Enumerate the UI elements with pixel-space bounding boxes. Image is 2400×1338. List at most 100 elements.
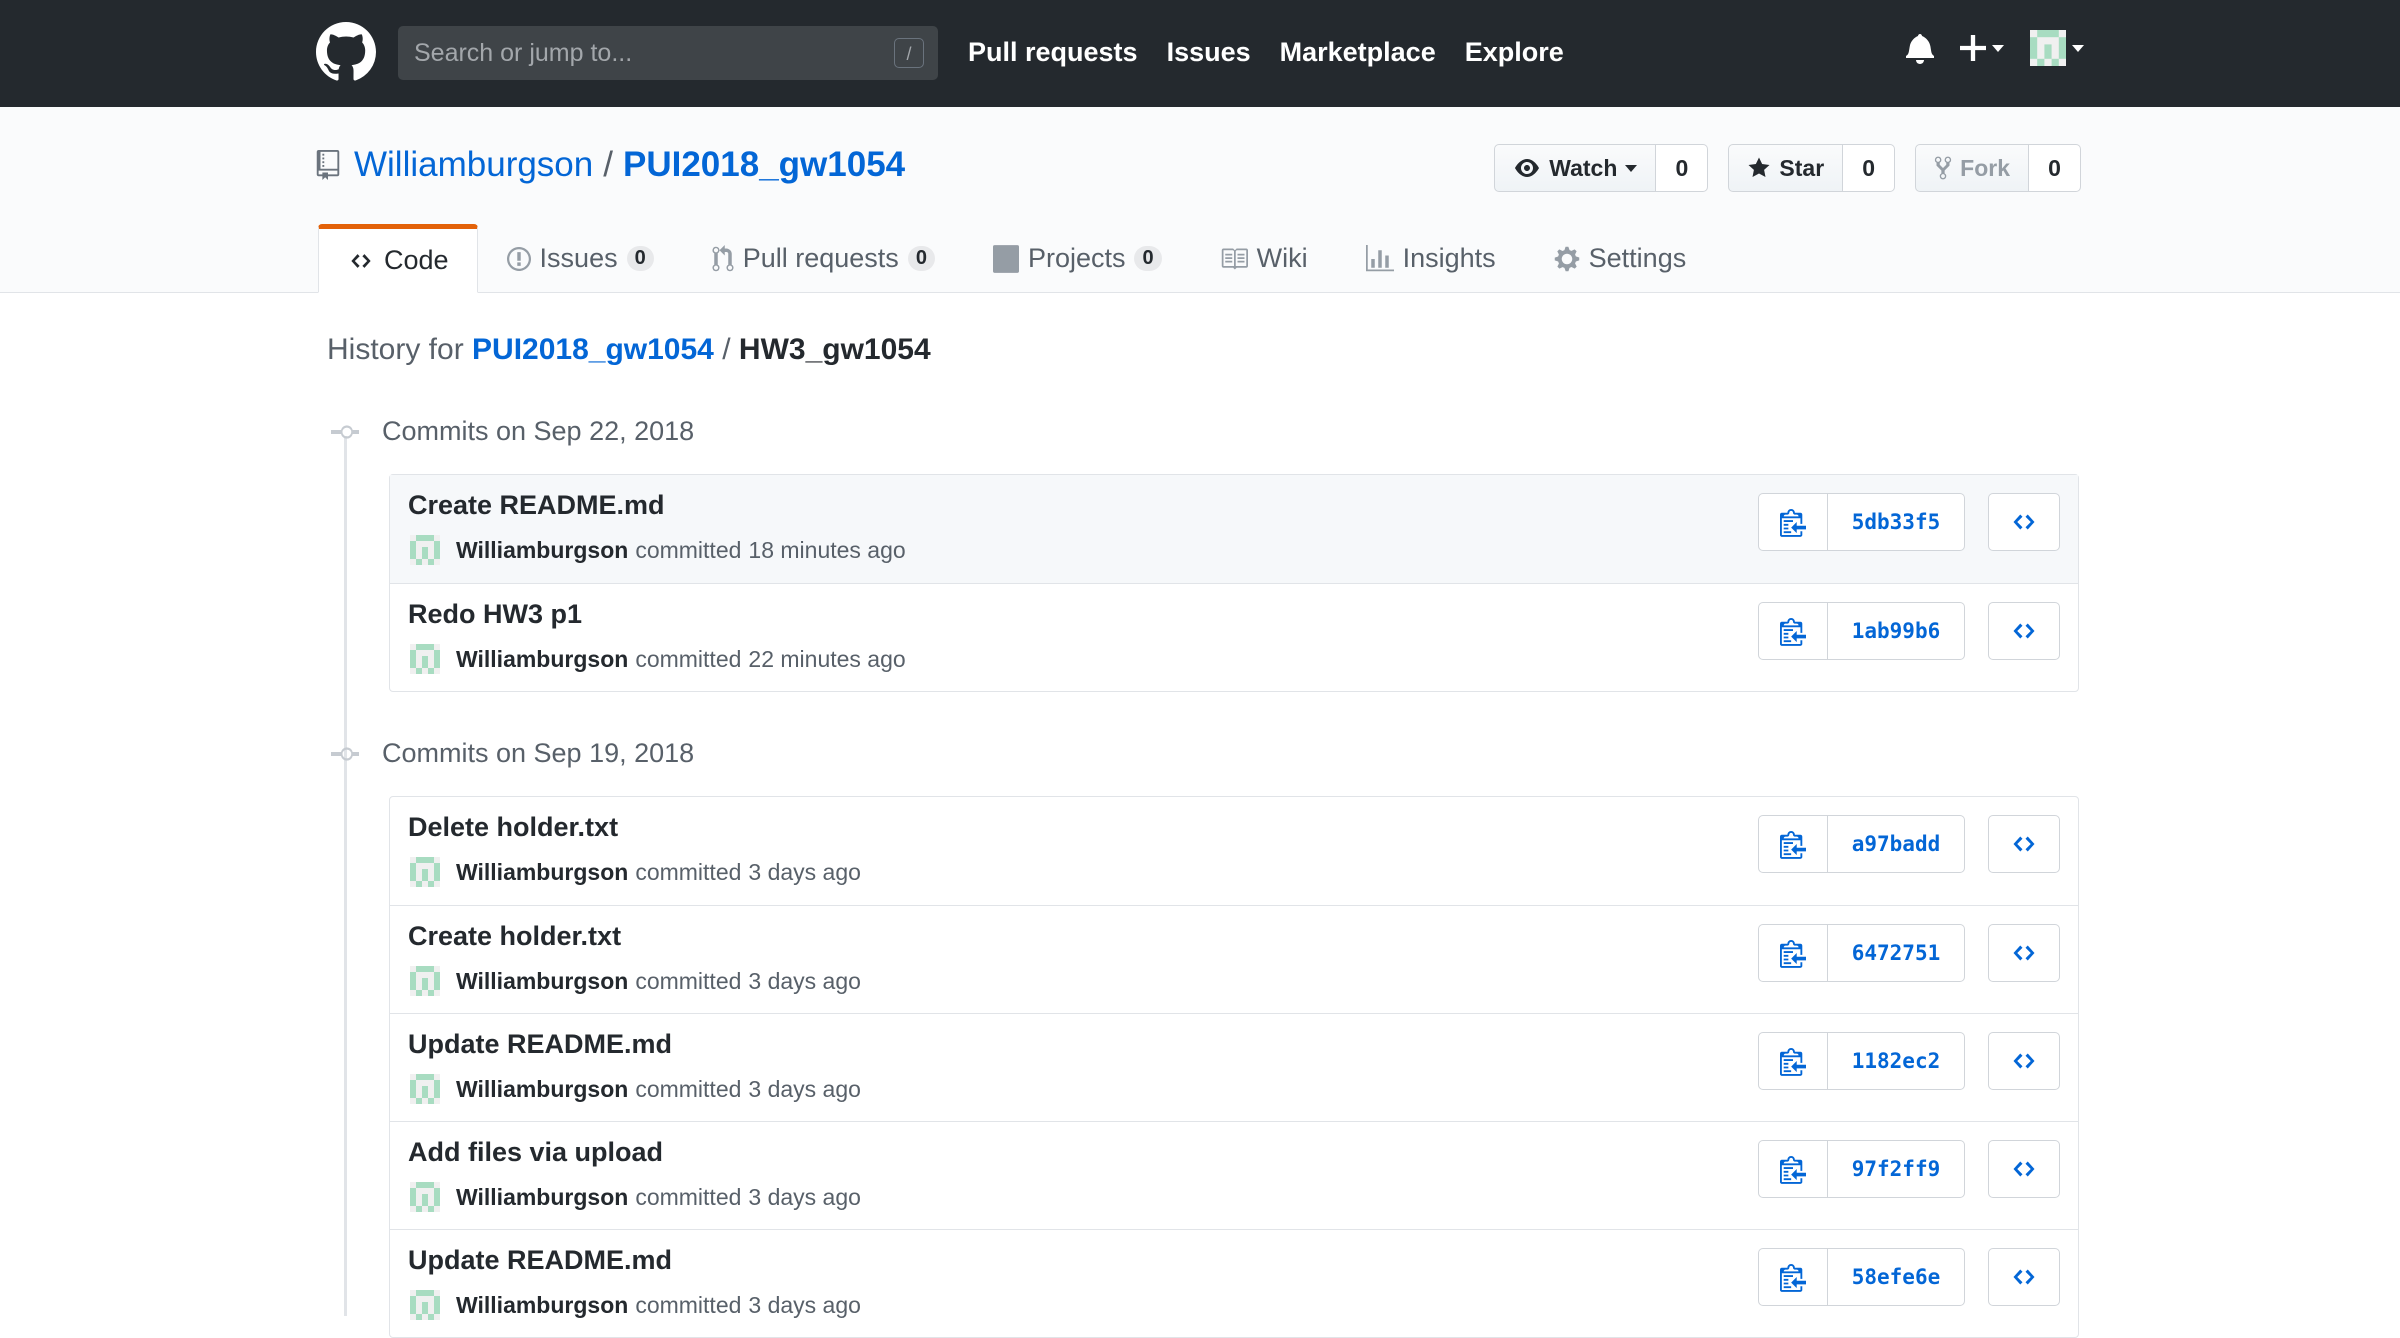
forks-count[interactable]: 0	[2029, 144, 2081, 192]
commit-sha-group: 97f2ff9	[1758, 1140, 1965, 1198]
fork-label: Fork	[1960, 154, 2010, 181]
project-icon	[992, 244, 1019, 273]
browse-files-button[interactable]	[1988, 815, 2060, 873]
header-actions	[1906, 30, 2084, 66]
tab-insights[interactable]: Insights	[1337, 224, 1525, 293]
watchers-count[interactable]: 0	[1656, 144, 1709, 192]
commit-message-link[interactable]: Add files via upload	[408, 1137, 663, 1168]
nav-marketplace[interactable]: Marketplace	[1280, 32, 1436, 72]
chevron-down-icon	[1625, 164, 1638, 172]
commit-author-link[interactable]: Williamburgson	[456, 968, 628, 995]
tab-pull-requests[interactable]: Pull requests 0	[683, 224, 964, 293]
stargazers-count[interactable]: 0	[1843, 144, 1896, 192]
fork-button[interactable]: Fork	[1915, 144, 2029, 192]
repo-tabs: Code Issues 0 Pull requests 0 Projects 0	[318, 224, 1715, 293]
page-title: History for PUI2018_gw1054 / HW3_gw1054	[327, 333, 931, 367]
tab-issues[interactable]: Issues 0	[478, 224, 683, 293]
browse-files-button[interactable]	[1988, 1140, 2060, 1198]
avatar[interactable]	[410, 966, 440, 996]
watch-group: Watch 0	[1494, 144, 1709, 192]
commit-meta: Williamburgson committed 18 minutes ago	[410, 535, 906, 565]
commit-sha-link[interactable]: 97f2ff9	[1828, 1140, 1965, 1198]
commit-message-link[interactable]: Update README.md	[408, 1245, 672, 1276]
avatar[interactable]	[410, 1074, 440, 1104]
avatar[interactable]	[410, 1182, 440, 1212]
browse-files-button[interactable]	[1988, 493, 2060, 551]
watch-button[interactable]: Watch	[1494, 144, 1657, 192]
tab-settings[interactable]: Settings	[1525, 224, 1716, 293]
copy-sha-button[interactable]	[1758, 815, 1828, 873]
copy-sha-button[interactable]	[1758, 1248, 1828, 1306]
commit-sha-group: 6472751	[1758, 924, 1965, 982]
commit-sha-link[interactable]: a97badd	[1828, 815, 1965, 873]
watch-label: Watch	[1549, 154, 1618, 181]
commit-author-link[interactable]: Williamburgson	[456, 859, 628, 886]
copy-sha-button[interactable]	[1758, 924, 1828, 982]
commit-author-link[interactable]: Williamburgson	[456, 1076, 628, 1103]
commit-row: Create holder.txt Williamburgson committed…	[390, 905, 2078, 1013]
tab-projects[interactable]: Projects 0	[964, 224, 1191, 293]
commit-sha-link[interactable]: 6472751	[1828, 924, 1965, 982]
commit-message-link[interactable]: Create README.md	[408, 490, 665, 521]
commit-message-link[interactable]: Create holder.txt	[408, 921, 621, 952]
commit-author-link[interactable]: Williamburgson	[456, 646, 628, 673]
commit-sha-link[interactable]: 1ab99b6	[1828, 602, 1965, 660]
commit-group-label: Commits on Sep 19, 2018	[382, 738, 695, 768]
user-menu-button[interactable]	[2030, 30, 2084, 66]
commit-author-link[interactable]: Williamburgson	[456, 1184, 628, 1211]
fork-icon	[1935, 156, 1952, 180]
commit-verb: committed	[635, 645, 742, 672]
github-logo-icon[interactable]	[316, 22, 376, 82]
create-new-button[interactable]	[1960, 35, 2004, 61]
tab-label: Issues	[539, 243, 618, 273]
nav-pull-requests[interactable]: Pull requests	[968, 32, 1138, 72]
global-nav: Pull requests Issues Marketplace Explore	[968, 32, 1564, 72]
commit-time: 3 days ago	[748, 1291, 861, 1318]
notifications-button[interactable]	[1906, 32, 1934, 64]
repo-owner-link[interactable]: Williamburgson	[354, 145, 593, 185]
commit-author-link[interactable]: Williamburgson	[456, 537, 628, 564]
repo-title: Williamburgson / PUI2018_gw1054	[316, 145, 905, 185]
star-group: Star 0	[1728, 144, 1896, 192]
search-shortcut-hint: /	[894, 38, 924, 68]
tab-label: Projects	[1027, 243, 1126, 273]
tab-counter: 0	[1134, 246, 1162, 271]
star-icon	[1748, 157, 1770, 177]
commit-sha-link[interactable]: 1182ec2	[1828, 1032, 1965, 1090]
star-button[interactable]: Star	[1728, 144, 1844, 192]
copy-sha-button[interactable]	[1758, 1140, 1828, 1198]
commit-verb: committed	[635, 967, 742, 994]
avatar[interactable]	[410, 1290, 440, 1320]
browse-files-button[interactable]	[1988, 924, 2060, 982]
avatar[interactable]	[410, 857, 440, 887]
history-repo-link[interactable]: PUI2018_gw1054	[472, 333, 714, 366]
browse-files-button[interactable]	[1988, 1248, 2060, 1306]
nav-explore[interactable]: Explore	[1465, 32, 1564, 72]
browse-files-button[interactable]	[1988, 1032, 2060, 1090]
commit-time: 18 minutes ago	[748, 536, 906, 563]
search-input[interactable]	[398, 26, 938, 80]
nav-issues[interactable]: Issues	[1167, 32, 1251, 72]
commit-author-link[interactable]: Williamburgson	[456, 1292, 628, 1319]
commit-time: 3 days ago	[748, 1183, 861, 1210]
global-header: / Pull requests Issues Marketplace Explo…	[0, 0, 2400, 107]
copy-sha-button[interactable]	[1758, 602, 1828, 660]
browse-files-button[interactable]	[1988, 602, 2060, 660]
commit-message-link[interactable]: Redo HW3 p1	[408, 599, 582, 630]
tab-wiki[interactable]: Wiki	[1191, 224, 1337, 293]
book-icon	[1221, 248, 1248, 269]
commit-sha-link[interactable]: 5db33f5	[1828, 493, 1965, 551]
repo-name-link[interactable]: PUI2018_gw1054	[623, 145, 905, 185]
copy-sha-button[interactable]	[1758, 493, 1828, 551]
commit-time: 3 days ago	[748, 1075, 861, 1102]
copy-sha-button[interactable]	[1758, 1032, 1828, 1090]
commit-verb: committed	[635, 536, 742, 563]
tab-code[interactable]: Code	[318, 224, 478, 293]
avatar[interactable]	[410, 535, 440, 565]
commit-sha-group: 1182ec2	[1758, 1032, 1965, 1090]
commit-message-link[interactable]: Update README.md	[408, 1029, 672, 1060]
commit-sha-link[interactable]: 58efe6e	[1828, 1248, 1965, 1306]
commit-message-link[interactable]: Delete holder.txt	[408, 812, 618, 843]
avatar[interactable]	[410, 644, 440, 674]
commit-row: Update README.md Williamburgson committed 3…	[390, 1229, 2078, 1337]
